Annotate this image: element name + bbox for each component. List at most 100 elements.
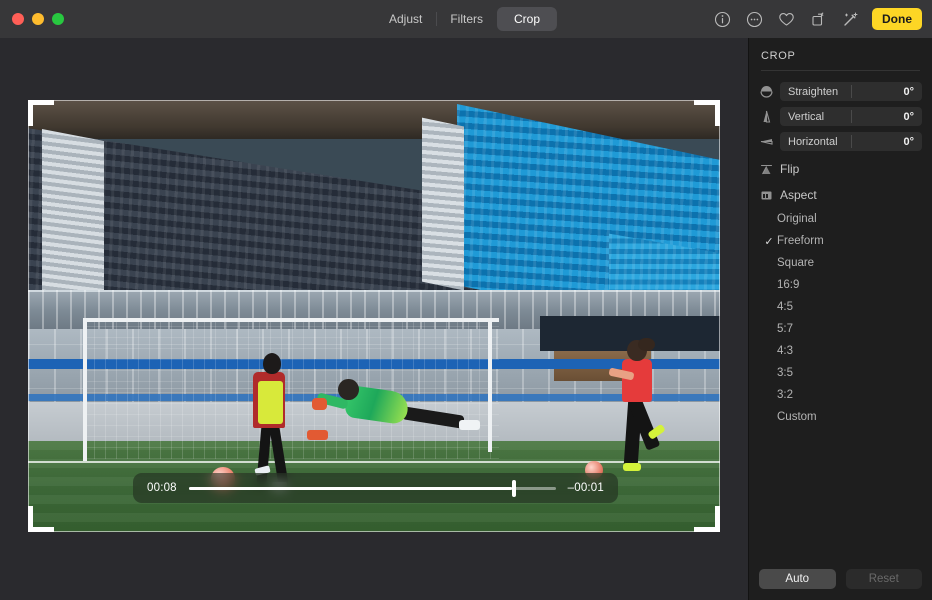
goalkeeper-glove (312, 398, 327, 410)
crop-handle-bottom-left[interactable] (28, 506, 33, 532)
aspect-option-freeform[interactable]: ✓ Freeform (759, 230, 922, 252)
close-button[interactable] (12, 13, 24, 25)
straighten-icon (759, 85, 773, 99)
field-line (28, 461, 720, 463)
scrubber-progress (189, 487, 512, 490)
goalkeeper-boot-right (459, 420, 480, 430)
playback-scrubber[interactable]: 00:08 –00:01 (133, 473, 618, 503)
goal-crossbar (83, 318, 498, 322)
aspect-option-16-9[interactable]: 16:9 (759, 274, 922, 296)
aspect-label: Aspect (780, 188, 817, 202)
field-divider (851, 135, 852, 148)
rotate-icon[interactable] (808, 9, 828, 29)
straighten-label: Straighten (780, 86, 838, 98)
done-button[interactable]: Done (872, 8, 922, 30)
straighten-value: 0° (903, 86, 914, 98)
runner-shoe-left (623, 463, 641, 471)
flip-icon (759, 162, 773, 176)
kicker-head (263, 353, 281, 375)
goal-post-right (488, 318, 492, 452)
horizontal-icon (759, 135, 773, 149)
goalkeeper-head (338, 379, 359, 401)
aspect-option-label: 3:2 (777, 389, 793, 401)
vertical-field[interactable]: Vertical 0° (780, 107, 922, 126)
slider-row-horizontal[interactable]: Horizontal 0° (759, 132, 922, 151)
runner-torso (622, 359, 652, 402)
menu-row-flip[interactable]: Flip (759, 157, 922, 181)
panel-divider (761, 70, 920, 71)
photo-image (28, 100, 720, 532)
aspect-option-4-5[interactable]: 4:5 (759, 296, 922, 318)
reset-button[interactable]: Reset (846, 569, 923, 589)
toolbar-actions: Done (712, 6, 922, 32)
horizontal-field[interactable]: Horizontal 0° (780, 132, 922, 151)
tab-crop-label: Crop (514, 12, 540, 26)
crop-handle-top-right[interactable] (715, 100, 720, 126)
remaining-time: –00:01 (568, 482, 604, 494)
tab-crop[interactable]: Crop (497, 7, 557, 31)
stand-roof (28, 100, 720, 139)
maximize-button[interactable] (52, 13, 64, 25)
window-controls (12, 13, 64, 25)
photo-editor-window: Adjust Filters Crop (0, 0, 932, 600)
tab-filters-label: Filters (450, 12, 483, 26)
aspect-option-label: Freeform (777, 235, 824, 247)
aspect-icon (759, 188, 773, 202)
goalkeeper-boot-left (307, 430, 328, 440)
horizontal-value: 0° (903, 136, 914, 148)
aspect-option-4-3[interactable]: 4:3 (759, 340, 922, 362)
aspect-options-list: Original ✓ Freeform Square 16:9 4:5 5:7 (759, 208, 922, 428)
slider-row-straighten[interactable]: Straighten 0° (759, 82, 922, 101)
aspect-option-custom[interactable]: Custom (759, 406, 922, 428)
aspect-option-label: 4:3 (777, 345, 793, 357)
crop-frame[interactable]: 00:08 –00:01 (28, 100, 720, 532)
auto-button[interactable]: Auto (759, 569, 836, 589)
scrubber-playhead[interactable] (512, 480, 516, 497)
aspect-option-label: Original (777, 213, 817, 225)
tab-adjust[interactable]: Adjust (375, 7, 436, 31)
straighten-field[interactable]: Straighten 0° (780, 82, 922, 101)
vertical-value: 0° (903, 111, 914, 123)
crop-handle-bottom-right[interactable] (715, 506, 720, 532)
photo-canvas[interactable]: 00:08 –00:01 (0, 38, 748, 600)
aspect-option-label: Square (777, 257, 814, 269)
aspect-option-original[interactable]: Original (759, 208, 922, 230)
horizontal-label: Horizontal (780, 136, 838, 148)
minimize-button[interactable] (32, 13, 44, 25)
goal-net (83, 320, 498, 458)
aspect-option-3-2[interactable]: 3:2 (759, 384, 922, 406)
scrubber-track[interactable] (189, 487, 556, 490)
kicker-bib (258, 381, 283, 424)
vertical-label: Vertical (780, 111, 824, 123)
titlebar: Adjust Filters Crop (0, 0, 932, 38)
aspect-option-label: 16:9 (777, 279, 799, 291)
crop-handle-top-left[interactable] (28, 100, 33, 126)
panel-title: CROP (759, 50, 922, 70)
menu-row-aspect[interactable]: Aspect (759, 183, 922, 207)
field-divider (851, 85, 852, 98)
elapsed-time: 00:08 (147, 482, 177, 494)
aspect-option-3-5[interactable]: 3:5 (759, 362, 922, 384)
stairway-left (42, 128, 104, 304)
field-divider (851, 110, 852, 123)
tab-filters[interactable]: Filters (436, 7, 497, 31)
tab-adjust-label: Adjust (389, 12, 422, 26)
vertical-icon (759, 110, 773, 124)
flip-label: Flip (780, 162, 799, 176)
aspect-option-label: 3:5 (777, 367, 793, 379)
crop-sidebar: CROP Straighten 0° Vertical 0° (748, 38, 932, 600)
aspect-option-square[interactable]: Square (759, 252, 922, 274)
aspect-option-label: 5:7 (777, 323, 793, 335)
sidebar-action-buttons: Auto Reset (759, 569, 922, 589)
aspect-option-5-7[interactable]: 5:7 (759, 318, 922, 340)
info-icon[interactable] (712, 9, 732, 29)
slider-row-vertical[interactable]: Vertical 0° (759, 107, 922, 126)
edit-mode-tabs: Adjust Filters Crop (375, 7, 557, 31)
heart-icon[interactable] (776, 9, 796, 29)
stairway-middle (422, 117, 464, 290)
comment-icon[interactable] (744, 9, 764, 29)
enhance-icon[interactable] (840, 9, 860, 29)
aspect-option-label: Custom (777, 411, 817, 423)
goal-post-left (83, 318, 87, 461)
aspect-option-label: 4:5 (777, 301, 793, 313)
